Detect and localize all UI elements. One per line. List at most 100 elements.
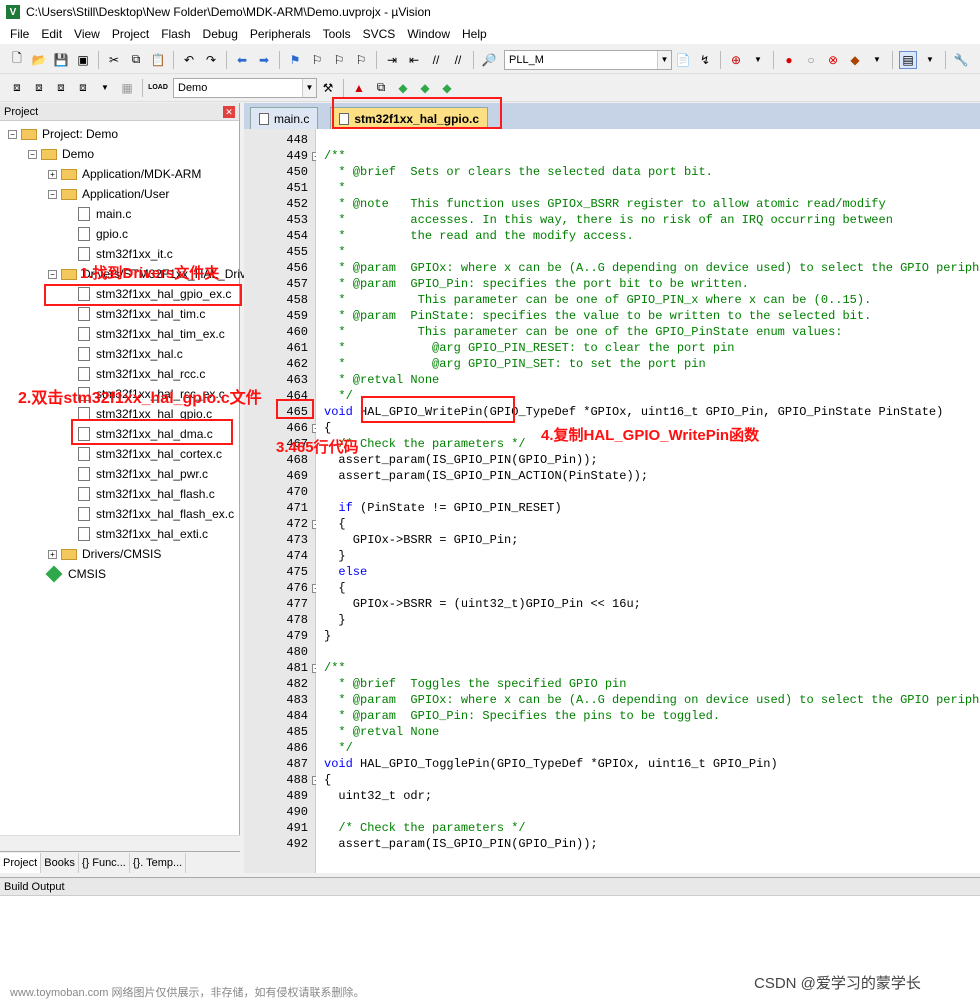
panel-tab[interactable]: Project [0, 852, 42, 873]
tree-item[interactable]: stm32f1xx_hal_cortex.c [78, 445, 222, 463]
disable-breakpoint-icon[interactable]: ○ [802, 51, 820, 69]
line-number: 486 [286, 741, 308, 755]
save-icon[interactable]: 💾 [52, 51, 70, 69]
close-icon[interactable]: ✕ [223, 106, 235, 118]
find-icon[interactable]: 📄 [674, 51, 692, 69]
chevron-down-icon[interactable]: ▼ [921, 51, 939, 69]
tree-item[interactable]: stm32f1xx_hal_flash_ex.c [78, 505, 234, 523]
tree-item[interactable]: + Drivers/CMSIS [48, 545, 161, 563]
menu-item[interactable]: Window [401, 27, 456, 41]
build-icon[interactable]: ⧈ [30, 79, 48, 97]
tree-item-label: gpio.c [96, 227, 129, 241]
menu-item[interactable]: Help [456, 27, 493, 41]
tree-item[interactable]: stm32f1xx_hal.c [78, 345, 183, 363]
window-layout-icon[interactable]: ▤ [899, 50, 917, 69]
clear-bookmarks-icon[interactable]: ⚐ [352, 51, 370, 69]
chevron-down-icon[interactable]: ▼ [868, 51, 886, 69]
expand-icon[interactable]: + [48, 169, 57, 179]
tree-item[interactable]: main.c [78, 205, 131, 223]
panel-tab[interactable]: Books [41, 852, 79, 873]
folder-icon [61, 548, 77, 560]
save-all-icon[interactable]: ▣ [74, 51, 92, 69]
chevron-down-icon[interactable]: ▼ [657, 50, 671, 69]
line-number: 469 [286, 469, 308, 483]
editor-tab[interactable]: main.c [250, 107, 319, 129]
chevron-down-icon[interactable]: ▼ [749, 51, 767, 69]
incremental-find-icon[interactable]: ↯ [696, 51, 714, 69]
tree-item[interactable]: gpio.c [78, 225, 128, 243]
tree-item[interactable]: − Application/User [48, 185, 169, 203]
menu-item[interactable]: Edit [35, 27, 68, 41]
panel-tab[interactable]: {} Func... [79, 852, 130, 873]
prev-bookmark-icon[interactable]: ⚐ [308, 51, 326, 69]
line-number: 460 [286, 325, 308, 339]
panel-tab[interactable]: {}. Temp... [130, 852, 187, 873]
tree-item[interactable]: stm32f1xx_hal_flash.c [78, 485, 215, 503]
menu-item[interactable]: Flash [155, 27, 196, 41]
chevron-down-icon[interactable]: ▼ [96, 79, 114, 97]
chevron-down-icon[interactable]: ▼ [302, 78, 316, 97]
tree-item-label: stm32f1xx_hal_cortex.c [96, 447, 223, 461]
breakpoint-icon[interactable]: ● [780, 51, 798, 69]
download-icon[interactable]: LOAD [148, 79, 168, 97]
expand-icon[interactable]: + [48, 549, 57, 559]
cut-icon[interactable]: ✂ [105, 51, 123, 69]
menu-item[interactable]: Project [106, 27, 155, 41]
menu-item[interactable]: View [68, 27, 106, 41]
tree-item[interactable]: − Project: Demo [8, 125, 118, 143]
menu-item[interactable]: SVCS [357, 27, 402, 41]
file-extensions-icon[interactable]: ⧉ [372, 79, 390, 97]
tree-item[interactable]: stm32f1xx_hal_exti.c [78, 525, 208, 543]
translate-icon[interactable]: ⧈ [8, 79, 26, 97]
redo-icon[interactable]: ↷ [202, 51, 220, 69]
next-bookmark-icon[interactable]: ⚐ [330, 51, 348, 69]
menu-item[interactable]: Tools [317, 27, 357, 41]
paste-icon[interactable]: 📋 [149, 51, 167, 69]
tree-item[interactable]: stm32f1xx_hal_tim_ex.c [78, 325, 225, 343]
tree-item[interactable]: + Application/MDK-ARM [48, 165, 201, 183]
batch-build-icon[interactable]: ⧈ [74, 79, 92, 97]
menu-item[interactable]: File [4, 27, 35, 41]
manage-components-icon[interactable]: ▲ [350, 79, 368, 97]
collapse-icon[interactable]: − [48, 189, 57, 199]
collapse-icon[interactable]: − [8, 129, 17, 139]
horizontal-scrollbar[interactable] [0, 835, 240, 851]
open-file-icon[interactable]: 📂 [30, 51, 48, 69]
menu-item[interactable]: Peripherals [244, 27, 317, 41]
target-options-icon[interactable]: ⚒ [319, 79, 337, 97]
stop-build-icon[interactable]: ▦ [118, 79, 136, 97]
indent-icon[interactable]: ⇥ [383, 51, 401, 69]
pack-installer-icon[interactable]: ◆ [416, 79, 434, 97]
unindent-icon[interactable]: ⇤ [405, 51, 423, 69]
tree-item-label: stm32f1xx_hal.c [96, 347, 183, 361]
target-combo[interactable]: Demo ▼ [173, 77, 317, 98]
tree-item[interactable]: stm32f1xx_it.c [78, 245, 173, 263]
kill-all-breakpoints-icon[interactable]: ◆ [846, 51, 864, 69]
tree-item[interactable]: CMSIS [45, 565, 106, 583]
new-file-icon[interactable]: 🗋 [8, 51, 26, 69]
code-line: * @arg GPIO_PIN_SET: to set the port pin [324, 357, 706, 371]
function-combo[interactable]: PLL_M ▼ [504, 49, 672, 70]
select-packs-icon[interactable]: ◆ [394, 79, 412, 97]
find-in-files-icon[interactable]: 🔎 [480, 51, 498, 69]
tree-item[interactable]: − Demo [28, 145, 94, 163]
kill-breakpoints-icon[interactable]: ⊗ [824, 51, 842, 69]
copy-icon[interactable]: ⧉ [127, 51, 145, 69]
configure-icon[interactable]: 🔧 [952, 51, 970, 69]
undo-icon[interactable]: ↶ [180, 51, 198, 69]
collapse-icon[interactable]: − [48, 269, 57, 279]
comment-icon[interactable]: // [427, 51, 445, 69]
tree-item[interactable]: stm32f1xx_hal_tim.c [78, 305, 205, 323]
run-time-environment-icon[interactable]: ◆ [438, 79, 456, 97]
code-area[interactable]: /** * @brief Sets or clears the selected… [316, 129, 980, 873]
collapse-icon[interactable]: − [28, 149, 37, 159]
uncomment-icon[interactable]: // [449, 51, 467, 69]
tree-item[interactable]: stm32f1xx_hal_pwr.c [78, 465, 208, 483]
bookmark-icon[interactable]: ⚑ [286, 51, 304, 69]
debug-start-icon[interactable]: ⊕ [727, 51, 745, 69]
rebuild-icon[interactable]: ⧈ [52, 79, 70, 97]
menu-item[interactable]: Debug [197, 27, 244, 41]
nav-forward-icon[interactable]: ➡ [255, 51, 273, 69]
tree-item[interactable]: stm32f1xx_hal_rcc.c [78, 365, 205, 383]
nav-back-icon[interactable]: ⬅ [233, 51, 251, 69]
